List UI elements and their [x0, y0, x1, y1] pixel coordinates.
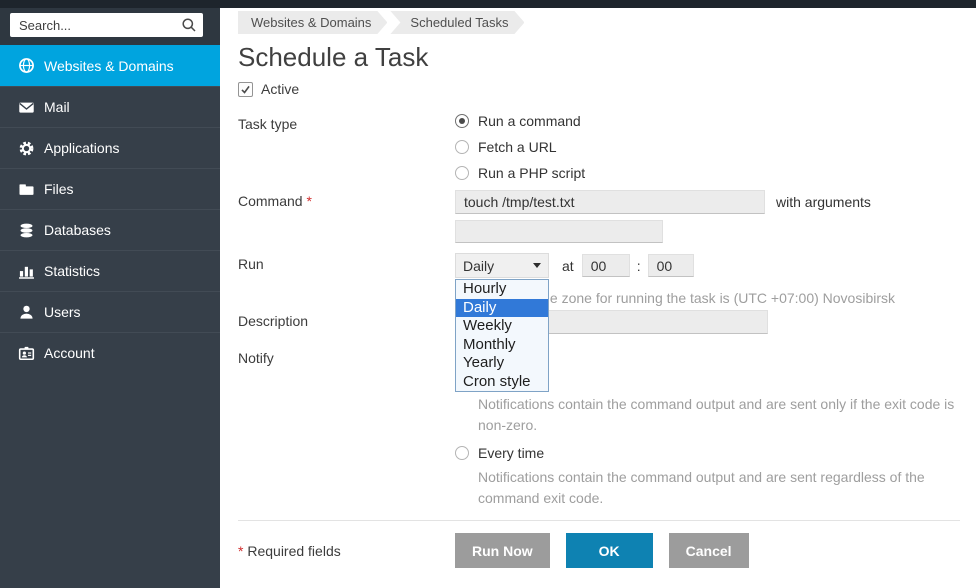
- id-badge-icon: [18, 345, 35, 362]
- notify-row: Notify Errors only Notifications contain…: [238, 347, 960, 509]
- footer-divider: [238, 520, 960, 521]
- command-row: Command * with arguments: [238, 190, 960, 214]
- sidebar-search-area: [0, 8, 220, 45]
- checkmark-icon: [240, 84, 251, 95]
- required-asterisk: *: [306, 193, 311, 209]
- sidebar-item-label: Websites & Domains: [44, 58, 174, 74]
- arguments-row: [238, 220, 960, 243]
- required-fields-note: * Required fields: [238, 543, 455, 559]
- description-label: Description: [238, 310, 455, 334]
- sidebar-item-label: Statistics: [44, 263, 100, 279]
- folder-icon: [18, 181, 35, 198]
- sidebar-item-applications[interactable]: Applications: [0, 127, 220, 168]
- page-title: Schedule a Task: [238, 41, 960, 74]
- footer-row: * Required fields Run Now OK Cancel: [238, 533, 960, 568]
- database-icon: [18, 222, 35, 239]
- breadcrumb-websites-domains[interactable]: Websites & Domains: [238, 11, 387, 34]
- task-type-row: Task type Run a command Fetch a URL Run …: [238, 113, 960, 181]
- dropdown-option-weekly[interactable]: Weekly: [456, 317, 548, 336]
- breadcrumb: Websites & Domains Scheduled Tasks: [238, 11, 960, 34]
- sidebar-item-label: Account: [44, 345, 95, 361]
- sidebar-item-label: Files: [44, 181, 74, 197]
- task-type-label: Task type: [238, 113, 455, 181]
- notify-option-every-time[interactable]: Every time: [455, 445, 960, 461]
- sidebar-item-label: Users: [44, 304, 81, 320]
- run-frequency-dropdown: Hourly Daily Weekly Monthly Yearly Cron …: [455, 279, 549, 392]
- run-frequency-select[interactable]: Daily: [455, 253, 549, 278]
- main-content: Websites & Domains Scheduled Tasks Sched…: [220, 8, 976, 588]
- globe-icon: [18, 57, 35, 74]
- run-row: Run Daily at : Hourly Daily Weekly Month…: [238, 253, 960, 278]
- breadcrumb-scheduled-tasks[interactable]: Scheduled Tasks: [390, 11, 524, 34]
- active-checkbox-row[interactable]: Active: [238, 81, 960, 97]
- task-type-option-run-php-script[interactable]: Run a PHP script: [455, 165, 585, 181]
- caret-down-icon: [533, 263, 541, 268]
- sidebar-item-label: Mail: [44, 99, 70, 115]
- task-type-option-fetch-url[interactable]: Fetch a URL: [455, 139, 585, 155]
- sidebar-item-mail[interactable]: Mail: [0, 86, 220, 127]
- description-row: Description: [238, 310, 960, 334]
- at-label: at: [562, 258, 574, 274]
- radio-button[interactable]: [455, 446, 469, 460]
- run-frequency-value: Daily: [463, 258, 494, 274]
- required-asterisk: *: [238, 543, 243, 559]
- run-label: Run: [238, 253, 455, 278]
- envelope-icon: [18, 99, 35, 116]
- notify-every-time-hint: Notifications contain the command output…: [478, 467, 960, 509]
- dropdown-option-hourly[interactable]: Hourly: [456, 280, 548, 299]
- dropdown-option-yearly[interactable]: Yearly: [456, 354, 548, 373]
- search-icon[interactable]: [181, 17, 197, 33]
- with-arguments-label: with arguments: [776, 190, 871, 214]
- radio-button[interactable]: [455, 140, 469, 154]
- dropdown-option-cron-style[interactable]: Cron style: [456, 373, 548, 392]
- ok-button[interactable]: OK: [566, 533, 653, 568]
- search-input[interactable]: [10, 13, 203, 37]
- sidebar: Websites & Domains Mail Applications Fil…: [0, 8, 220, 588]
- sidebar-item-files[interactable]: Files: [0, 168, 220, 209]
- user-icon: [18, 304, 35, 321]
- notify-label: Notify: [238, 347, 455, 509]
- radio-button[interactable]: [455, 114, 469, 128]
- dropdown-option-daily[interactable]: Daily: [456, 299, 548, 318]
- sidebar-item-websites-domains[interactable]: Websites & Domains: [0, 45, 220, 86]
- sidebar-item-label: Databases: [44, 222, 111, 238]
- arguments-input[interactable]: [455, 220, 663, 243]
- sidebar-item-statistics[interactable]: Statistics: [0, 250, 220, 291]
- sidebar-item-users[interactable]: Users: [0, 291, 220, 332]
- time-separator: :: [637, 258, 641, 274]
- active-label: Active: [261, 81, 299, 97]
- bar-chart-icon: [18, 263, 35, 280]
- radio-button[interactable]: [455, 166, 469, 180]
- gear-icon: [18, 140, 35, 157]
- active-checkbox[interactable]: [238, 82, 253, 97]
- minute-input[interactable]: [648, 254, 694, 277]
- sidebar-item-account[interactable]: Account: [0, 332, 220, 373]
- dropdown-option-monthly[interactable]: Monthly: [456, 336, 548, 355]
- cancel-button[interactable]: Cancel: [669, 533, 749, 568]
- run-now-button[interactable]: Run Now: [455, 533, 550, 568]
- top-strip: [0, 0, 976, 8]
- sidebar-item-label: Applications: [44, 140, 120, 156]
- command-input[interactable]: [455, 190, 765, 214]
- task-type-option-run-command[interactable]: Run a command: [455, 113, 585, 129]
- notify-errors-only-hint: Notifications contain the command output…: [478, 394, 960, 436]
- command-label: Command *: [238, 190, 455, 214]
- hour-input[interactable]: [582, 254, 630, 277]
- sidebar-item-databases[interactable]: Databases: [0, 209, 220, 250]
